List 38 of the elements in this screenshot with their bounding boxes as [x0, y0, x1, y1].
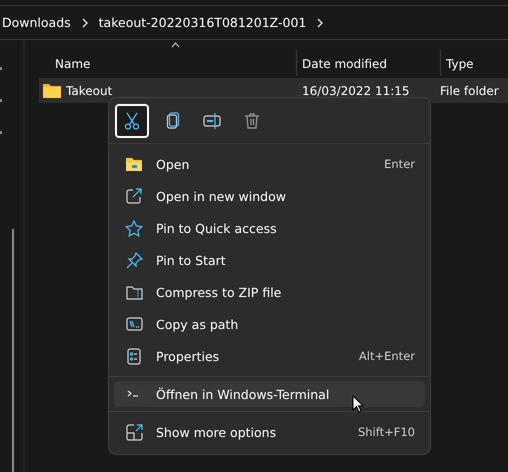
- folder-icon: [125, 156, 143, 172]
- breadcrumb-item[interactable]: takeout-20220316T081201Z-001: [98, 15, 306, 30]
- tick-mark: [0, 131, 2, 134]
- type-text: File folder: [440, 84, 499, 98]
- scissors-icon: [124, 112, 140, 130]
- menu-item[interactable]: Properties Alt+Enter: [114, 340, 425, 372]
- menu-item[interactable]: Copy as path: [114, 308, 425, 340]
- scrollbar[interactable]: [12, 229, 14, 472]
- column-header[interactable]: Date modified: [296, 40, 440, 78]
- tick-mark: [0, 99, 2, 102]
- date-text: 16/03/2022 11:15: [302, 84, 410, 98]
- menu-item[interactable]: Compress to ZIP file: [114, 276, 425, 308]
- menu-item[interactable]: Open Enter: [114, 148, 425, 180]
- menu-item[interactable]: Open in new window: [114, 180, 425, 212]
- cut-button[interactable]: [115, 104, 149, 138]
- copy-icon: [164, 112, 180, 130]
- pin-icon: [126, 252, 142, 268]
- zip-folder-icon: [126, 284, 142, 300]
- column-header[interactable]: Name: [25, 40, 296, 78]
- properties-icon: [127, 348, 141, 364]
- folder-icon: [43, 83, 61, 98]
- menu-item[interactable]: Pin to Quick access: [114, 212, 425, 244]
- star-icon: [125, 220, 143, 236]
- trash-icon: [244, 112, 260, 130]
- more-options-icon: [126, 424, 142, 440]
- menu-item[interactable]: Pin to Start: [114, 244, 425, 276]
- menu-item[interactable]: Öffnen in Windows-Terminal: [114, 381, 425, 407]
- chevron-icon: [316, 18, 324, 28]
- column-header[interactable]: Type: [440, 40, 508, 78]
- path-icon: [126, 317, 142, 331]
- chevron-icon: [80, 18, 89, 28]
- menu-item[interactable]: Show more options Shift+F10: [114, 416, 425, 448]
- mouse-pointer-icon: [352, 395, 364, 413]
- open-window-icon: [126, 188, 142, 204]
- breadcrumb-item[interactable]: Downloads: [2, 15, 71, 30]
- file-name: Takeout: [66, 84, 112, 98]
- rename-icon: [203, 112, 221, 130]
- tick-mark: [0, 67, 2, 70]
